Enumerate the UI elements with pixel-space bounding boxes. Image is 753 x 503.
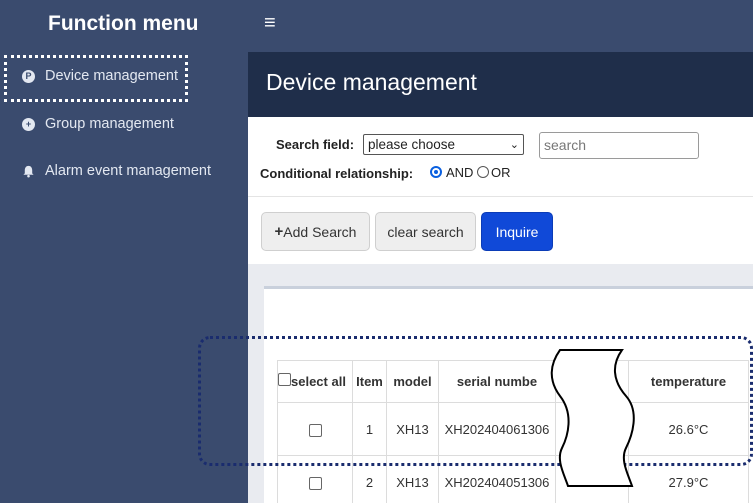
sidebar-item-group-management[interactable]: + Group management xyxy=(22,113,174,135)
highlight-annotation-box xyxy=(4,55,188,102)
radio-or[interactable] xyxy=(477,166,489,178)
plus-circle-icon: + xyxy=(22,117,35,131)
radio-and[interactable] xyxy=(430,166,442,178)
conditional-relationship-label: Conditional relationship: xyxy=(260,166,414,181)
sidebar-title: Function menu xyxy=(48,12,199,35)
search-field-label: Search field: xyxy=(276,137,355,152)
radio-or-label: OR xyxy=(491,165,511,180)
add-search-label: Add Search xyxy=(283,223,357,240)
clear-search-button[interactable]: clear search xyxy=(375,212,476,251)
add-search-button[interactable]: + Add Search xyxy=(261,212,370,251)
torn-paper-icon xyxy=(550,349,635,487)
row-checkbox[interactable] xyxy=(308,476,322,490)
inquire-button[interactable]: Inquire xyxy=(481,212,553,251)
bell-icon xyxy=(22,165,35,178)
radio-and-label: AND xyxy=(446,165,474,180)
sidebar-item-alarm-event-management[interactable]: Alarm event management xyxy=(22,160,211,182)
page-title: Device management xyxy=(266,69,477,95)
page-header: Device management xyxy=(248,52,753,117)
top-bar: ≡ xyxy=(248,0,753,52)
search-field-select[interactable]: please choose ⌄ xyxy=(363,134,524,155)
hamburger-icon[interactable]: ≡ xyxy=(264,12,276,35)
chevron-down-icon: ⌄ xyxy=(509,139,519,151)
sidebar-item-label: Group management xyxy=(45,116,174,132)
search-input[interactable]: search xyxy=(539,132,699,159)
plus-icon: + xyxy=(274,223,284,240)
search-field-value: please choose xyxy=(368,137,456,152)
table-annotation-box xyxy=(198,336,753,466)
sidebar-item-label: Alarm event management xyxy=(45,163,212,179)
